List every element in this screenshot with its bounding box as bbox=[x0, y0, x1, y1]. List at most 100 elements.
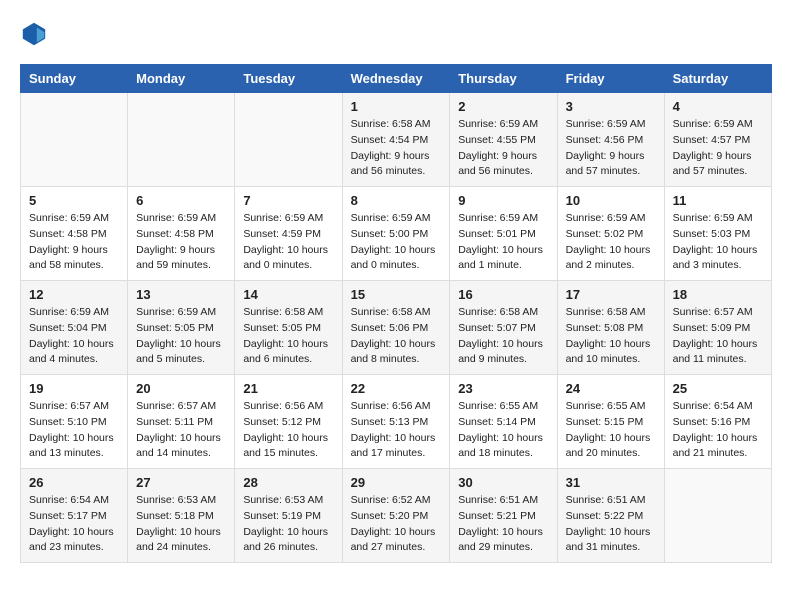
calendar-cell: 19 Sunrise: 6:57 AM Sunset: 5:10 PM Dayli… bbox=[21, 375, 128, 469]
day-info: Sunrise: 6:54 AM Sunset: 5:16 PM Dayligh… bbox=[673, 399, 763, 462]
day-number: 17 bbox=[566, 287, 656, 302]
calendar-cell: 1 Sunrise: 6:58 AM Sunset: 4:54 PM Daylig… bbox=[342, 93, 450, 187]
day-number: 7 bbox=[243, 193, 333, 208]
calendar-cell: 8Sunrise: 6:59 AM Sunset: 5:00 PM Daylig… bbox=[342, 187, 450, 281]
day-info: Sunrise: 6:56 AM Sunset: 5:13 PM Dayligh… bbox=[351, 399, 442, 462]
day-number: 4 bbox=[673, 99, 763, 114]
calendar-cell: 16 Sunrise: 6:58 AM Sunset: 5:07 PM Dayli… bbox=[450, 281, 557, 375]
day-number: 25 bbox=[673, 381, 763, 396]
day-number: 10 bbox=[566, 193, 656, 208]
calendar-cell: 25 Sunrise: 6:54 AM Sunset: 5:16 PM Dayli… bbox=[664, 375, 771, 469]
day-info: Sunrise: 6:59 AM Sunset: 4:56 PM Dayligh… bbox=[566, 117, 656, 180]
calendar-cell bbox=[664, 469, 771, 563]
day-number: 18 bbox=[673, 287, 763, 302]
calendar: SundayMondayTuesdayWednesdayThursdayFrid… bbox=[20, 64, 772, 563]
weekday-header: Wednesday bbox=[342, 65, 450, 93]
day-number: 6 bbox=[136, 193, 226, 208]
day-number: 22 bbox=[351, 381, 442, 396]
day-number: 11 bbox=[673, 193, 763, 208]
day-number: 20 bbox=[136, 381, 226, 396]
day-info: Sunrise: 6:54 AM Sunset: 5:17 PM Dayligh… bbox=[29, 493, 119, 556]
calendar-cell: 14 Sunrise: 6:58 AM Sunset: 5:05 PM Dayli… bbox=[235, 281, 342, 375]
day-info: Sunrise: 6:52 AM Sunset: 5:20 PM Dayligh… bbox=[351, 493, 442, 556]
calendar-week-row: 1 Sunrise: 6:58 AM Sunset: 4:54 PM Daylig… bbox=[21, 93, 772, 187]
calendar-cell: 12Sunrise: 6:59 AM Sunset: 5:04 PM Dayli… bbox=[21, 281, 128, 375]
calendar-cell: 20 Sunrise: 6:57 AM Sunset: 5:11 PM Dayli… bbox=[128, 375, 235, 469]
day-info: Sunrise: 6:58 AM Sunset: 4:54 PM Dayligh… bbox=[351, 117, 442, 180]
day-info: Sunrise: 6:58 AM Sunset: 5:07 PM Dayligh… bbox=[458, 305, 548, 368]
calendar-cell bbox=[128, 93, 235, 187]
day-info: Sunrise: 6:51 AM Sunset: 5:22 PM Dayligh… bbox=[566, 493, 656, 556]
day-info: Sunrise: 6:57 AM Sunset: 5:09 PM Dayligh… bbox=[673, 305, 763, 368]
logo bbox=[20, 20, 52, 48]
logo-icon bbox=[20, 20, 48, 48]
calendar-cell: 22 Sunrise: 6:56 AM Sunset: 5:13 PM Dayli… bbox=[342, 375, 450, 469]
day-info: Sunrise: 6:53 AM Sunset: 5:18 PM Dayligh… bbox=[136, 493, 226, 556]
calendar-week-row: 12Sunrise: 6:59 AM Sunset: 5:04 PM Dayli… bbox=[21, 281, 772, 375]
calendar-cell bbox=[21, 93, 128, 187]
day-number: 24 bbox=[566, 381, 656, 396]
day-number: 26 bbox=[29, 475, 119, 490]
day-info: Sunrise: 6:59 AM Sunset: 5:05 PM Dayligh… bbox=[136, 305, 226, 368]
day-number: 1 bbox=[351, 99, 442, 114]
day-number: 19 bbox=[29, 381, 119, 396]
day-info: Sunrise: 6:51 AM Sunset: 5:21 PM Dayligh… bbox=[458, 493, 548, 556]
calendar-week-row: 26 Sunrise: 6:54 AM Sunset: 5:17 PM Dayli… bbox=[21, 469, 772, 563]
day-number: 27 bbox=[136, 475, 226, 490]
calendar-cell: 18 Sunrise: 6:57 AM Sunset: 5:09 PM Dayli… bbox=[664, 281, 771, 375]
day-number: 31 bbox=[566, 475, 656, 490]
day-number: 9 bbox=[458, 193, 548, 208]
day-info: Sunrise: 6:59 AM Sunset: 4:57 PM Dayligh… bbox=[673, 117, 763, 180]
calendar-cell bbox=[235, 93, 342, 187]
calendar-cell: 3 Sunrise: 6:59 AM Sunset: 4:56 PM Daylig… bbox=[557, 93, 664, 187]
day-info: Sunrise: 6:59 AM Sunset: 5:01 PM Dayligh… bbox=[458, 211, 548, 274]
calendar-cell: 6Sunrise: 6:59 AM Sunset: 4:58 PM Daylig… bbox=[128, 187, 235, 281]
calendar-cell: 2 Sunrise: 6:59 AM Sunset: 4:55 PM Daylig… bbox=[450, 93, 557, 187]
calendar-week-row: 5Sunrise: 6:59 AM Sunset: 4:58 PM Daylig… bbox=[21, 187, 772, 281]
day-info: Sunrise: 6:59 AM Sunset: 5:02 PM Dayligh… bbox=[566, 211, 656, 274]
calendar-cell: 13Sunrise: 6:59 AM Sunset: 5:05 PM Dayli… bbox=[128, 281, 235, 375]
calendar-header-row: SundayMondayTuesdayWednesdayThursdayFrid… bbox=[21, 65, 772, 93]
day-number: 12 bbox=[29, 287, 119, 302]
calendar-cell: 27 Sunrise: 6:53 AM Sunset: 5:18 PM Dayli… bbox=[128, 469, 235, 563]
day-number: 16 bbox=[458, 287, 548, 302]
day-number: 5 bbox=[29, 193, 119, 208]
calendar-cell: 26 Sunrise: 6:54 AM Sunset: 5:17 PM Dayli… bbox=[21, 469, 128, 563]
day-number: 23 bbox=[458, 381, 548, 396]
day-number: 3 bbox=[566, 99, 656, 114]
day-number: 21 bbox=[243, 381, 333, 396]
weekday-header: Thursday bbox=[450, 65, 557, 93]
calendar-cell: 23 Sunrise: 6:55 AM Sunset: 5:14 PM Dayli… bbox=[450, 375, 557, 469]
day-info: Sunrise: 6:59 AM Sunset: 4:59 PM Dayligh… bbox=[243, 211, 333, 274]
calendar-cell: 21 Sunrise: 6:56 AM Sunset: 5:12 PM Dayli… bbox=[235, 375, 342, 469]
day-info: Sunrise: 6:57 AM Sunset: 5:11 PM Dayligh… bbox=[136, 399, 226, 462]
day-info: Sunrise: 6:53 AM Sunset: 5:19 PM Dayligh… bbox=[243, 493, 333, 556]
day-info: Sunrise: 6:55 AM Sunset: 5:14 PM Dayligh… bbox=[458, 399, 548, 462]
calendar-cell: 31 Sunrise: 6:51 AM Sunset: 5:22 PM Dayli… bbox=[557, 469, 664, 563]
weekday-header: Sunday bbox=[21, 65, 128, 93]
day-info: Sunrise: 6:57 AM Sunset: 5:10 PM Dayligh… bbox=[29, 399, 119, 462]
day-info: Sunrise: 6:59 AM Sunset: 4:55 PM Dayligh… bbox=[458, 117, 548, 180]
day-number: 2 bbox=[458, 99, 548, 114]
day-info: Sunrise: 6:59 AM Sunset: 5:03 PM Dayligh… bbox=[673, 211, 763, 274]
day-number: 28 bbox=[243, 475, 333, 490]
day-number: 29 bbox=[351, 475, 442, 490]
day-info: Sunrise: 6:55 AM Sunset: 5:15 PM Dayligh… bbox=[566, 399, 656, 462]
page-header bbox=[20, 20, 772, 48]
weekday-header: Monday bbox=[128, 65, 235, 93]
calendar-cell: 9 Sunrise: 6:59 AM Sunset: 5:01 PM Daylig… bbox=[450, 187, 557, 281]
day-info: Sunrise: 6:56 AM Sunset: 5:12 PM Dayligh… bbox=[243, 399, 333, 462]
calendar-week-row: 19 Sunrise: 6:57 AM Sunset: 5:10 PM Dayli… bbox=[21, 375, 772, 469]
weekday-header: Friday bbox=[557, 65, 664, 93]
day-info: Sunrise: 6:59 AM Sunset: 5:00 PM Dayligh… bbox=[351, 211, 442, 274]
day-info: Sunrise: 6:58 AM Sunset: 5:06 PM Dayligh… bbox=[351, 305, 442, 368]
calendar-cell: 29 Sunrise: 6:52 AM Sunset: 5:20 PM Dayli… bbox=[342, 469, 450, 563]
calendar-cell: 4 Sunrise: 6:59 AM Sunset: 4:57 PM Daylig… bbox=[664, 93, 771, 187]
day-info: Sunrise: 6:58 AM Sunset: 5:05 PM Dayligh… bbox=[243, 305, 333, 368]
calendar-cell: 7 Sunrise: 6:59 AM Sunset: 4:59 PM Daylig… bbox=[235, 187, 342, 281]
day-number: 14 bbox=[243, 287, 333, 302]
calendar-cell: 15Sunrise: 6:58 AM Sunset: 5:06 PM Dayli… bbox=[342, 281, 450, 375]
calendar-cell: 17Sunrise: 6:58 AM Sunset: 5:08 PM Dayli… bbox=[557, 281, 664, 375]
calendar-cell: 5Sunrise: 6:59 AM Sunset: 4:58 PM Daylig… bbox=[21, 187, 128, 281]
calendar-cell: 30Sunrise: 6:51 AM Sunset: 5:21 PM Dayli… bbox=[450, 469, 557, 563]
